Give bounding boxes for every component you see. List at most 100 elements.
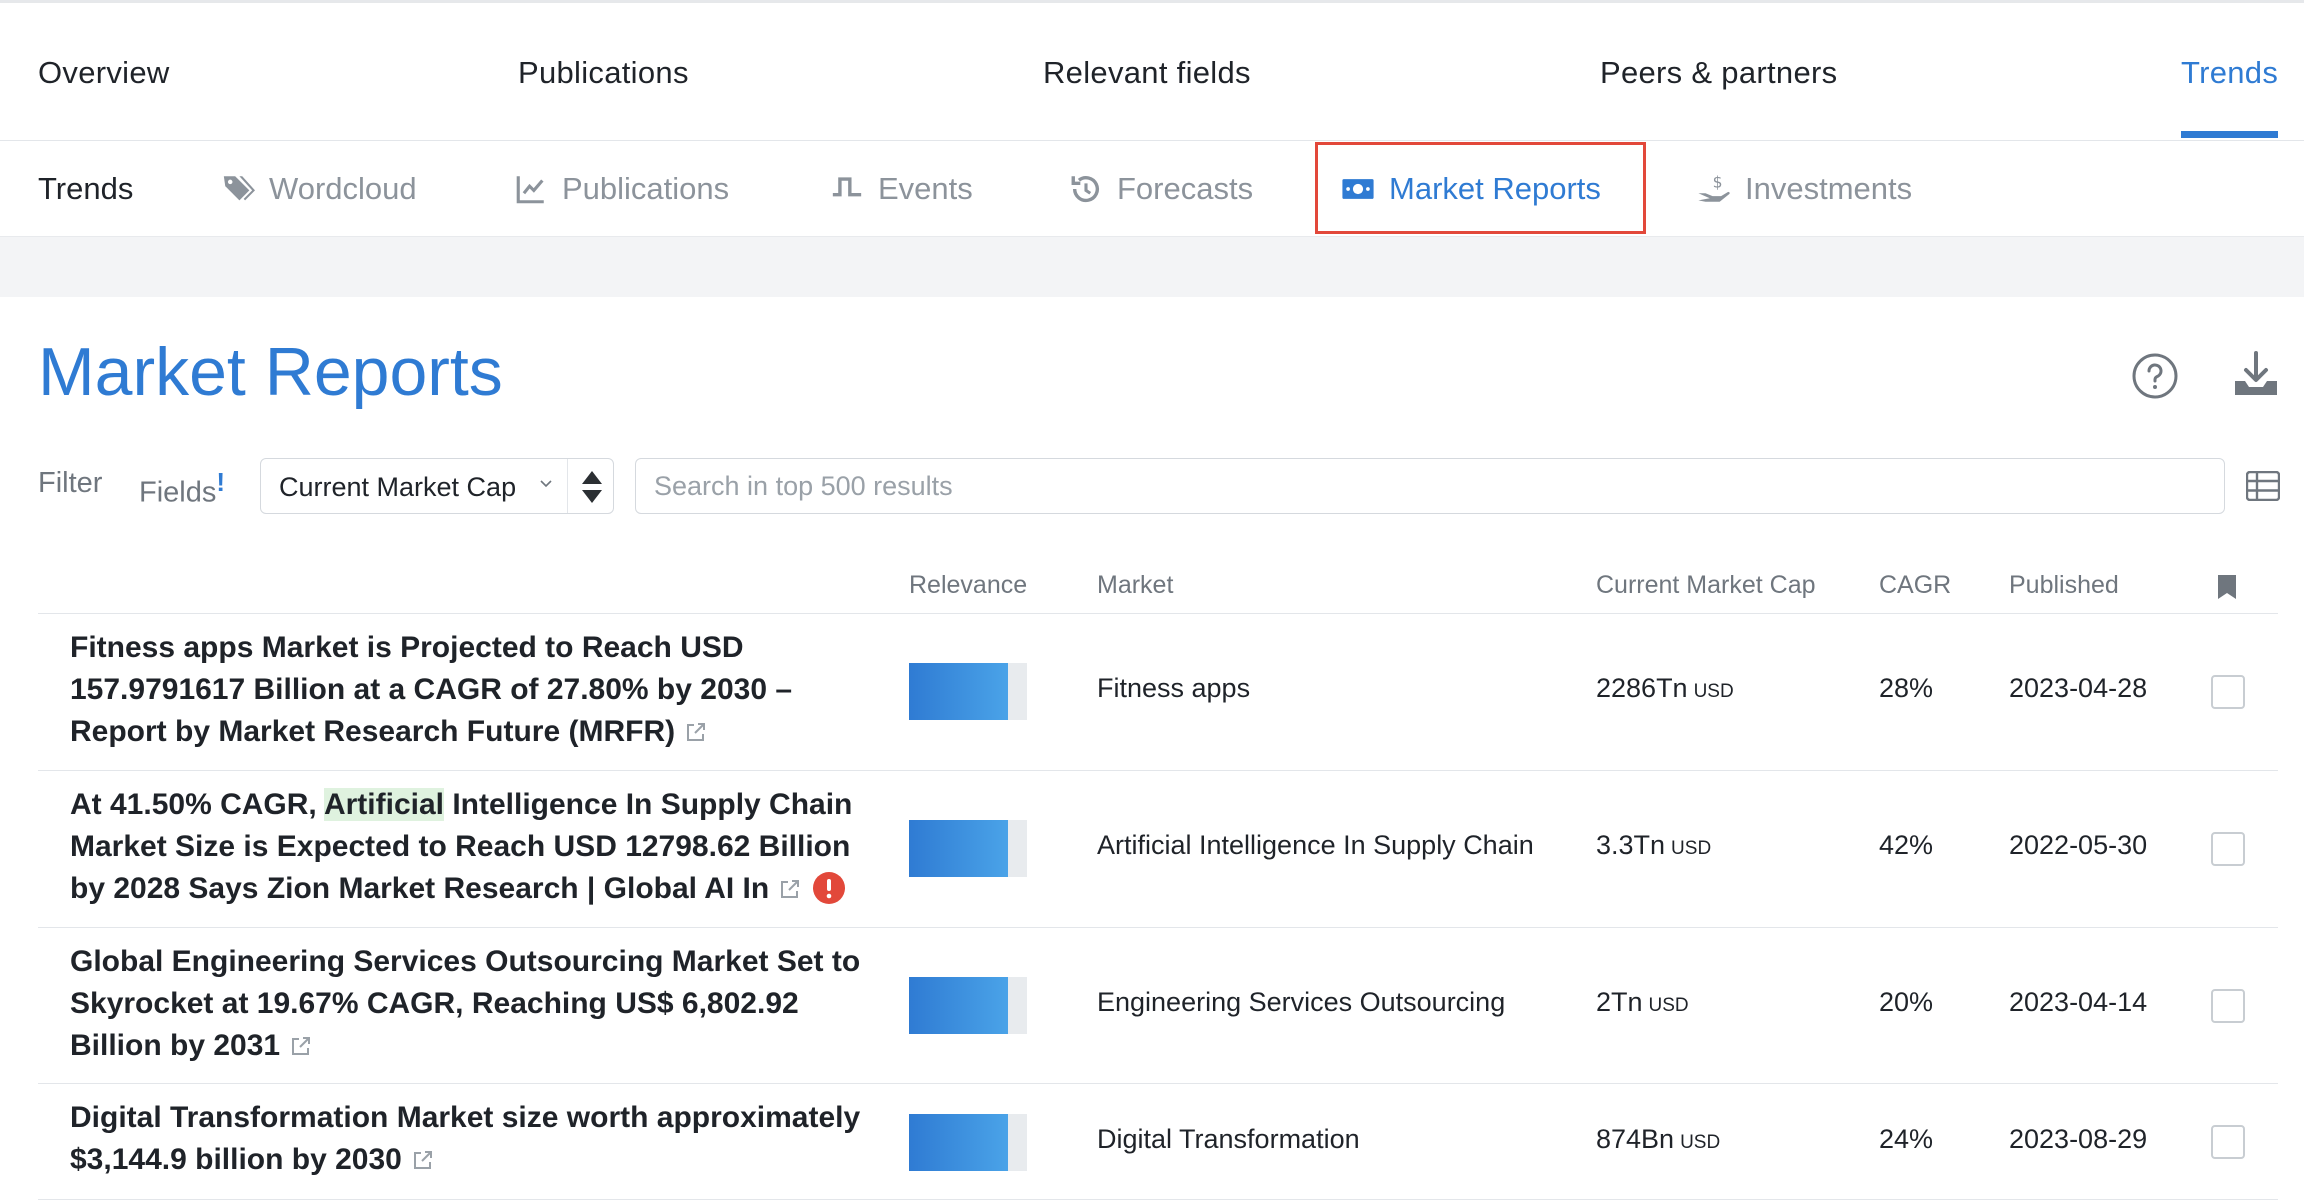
sub-nav-label: Publications	[562, 170, 730, 206]
column-header-cagr[interactable]: CAGR	[1879, 558, 1951, 612]
table-row[interactable]: Fitness apps Market is Projected to Reac…	[38, 614, 2278, 771]
sub-nav-item-forecasts[interactable]: Forecasts	[1069, 141, 1253, 236]
report-title-line: Digital Transformation Market size worth…	[70, 1101, 861, 1134]
report-title-link[interactable]: Fitness apps Market is Projected to Reac…	[70, 627, 870, 753]
currency-unit: USD	[1680, 1132, 1721, 1153]
cagr-cell: 28%	[1879, 673, 1934, 703]
sub-nav: Trends Wordcloud Publications Events For…	[0, 141, 2304, 237]
pulse-icon	[832, 176, 862, 196]
page-background-strip	[0, 237, 2304, 297]
history-icon	[1071, 175, 1100, 202]
chevron-down-icon	[540, 480, 552, 488]
line-chart-icon	[516, 175, 544, 203]
tab-relevant-fields[interactable]: Relevant fields	[1043, 3, 1251, 140]
sub-nav-item-wordcloud[interactable]: Wordcloud	[221, 141, 417, 236]
published-cell: 2023-08-29	[2009, 1124, 2148, 1154]
sort-direction-icon[interactable]	[579, 469, 605, 505]
tab-peers-partners[interactable]: Peers & partners	[1600, 3, 1837, 140]
warning-icon[interactable]	[813, 872, 846, 904]
market-cell: Engineering Services Outsourcing	[1097, 987, 1506, 1017]
cagr-cell: 24%	[1879, 1124, 1934, 1154]
content-panel: Market Reports Filter Fields! Current Ma…	[0, 297, 2304, 1200]
market-cap-value: 2Tn	[1596, 987, 1643, 1017]
bookmark-checkbox[interactable]	[2211, 989, 2245, 1023]
report-title-line: Market Size is Expected to Reach USD 127…	[70, 830, 851, 863]
relevance-bar-fill	[909, 820, 1009, 877]
tab-overview[interactable]: Overview	[38, 3, 170, 140]
relevance-bar	[909, 820, 1027, 877]
fields-badge: !	[216, 467, 226, 497]
market-cap-cell: 874Bn USD	[1596, 1124, 1720, 1155]
published-cell: 2023-04-28	[2009, 673, 2148, 703]
help-icon[interactable]	[2131, 352, 2179, 400]
fields-filter[interactable]: Fields!	[139, 467, 225, 510]
select-divider	[567, 459, 568, 513]
market-cap-value: 874Bn	[1596, 1124, 1675, 1154]
list-view-icon[interactable]	[2246, 471, 2280, 501]
relevance-bar	[909, 977, 1027, 1034]
sub-nav-title: Trends	[38, 171, 134, 206]
sub-nav-label: Events	[878, 170, 973, 206]
sort-select-value: Current Market Cap	[279, 472, 517, 502]
bookmark-checkbox[interactable]	[2211, 832, 2245, 866]
table-row[interactable]: Global Engineering Services Outsourcing …	[38, 928, 2278, 1084]
currency-unit: USD	[1671, 838, 1712, 859]
relevance-bar-fill	[909, 663, 1009, 720]
report-title-link[interactable]: Global Engineering Services Outsourcing …	[70, 941, 870, 1067]
market-cap-cell: 3.3Tn USD	[1596, 830, 1711, 861]
fields-label: Fields	[139, 476, 217, 509]
report-title-line: by 2028 Says Zion Market Research | Glob…	[70, 872, 770, 905]
external-link-icon[interactable]	[779, 878, 801, 900]
external-link-icon[interactable]	[290, 1035, 312, 1057]
bookmark-checkbox[interactable]	[2211, 1125, 2245, 1159]
market-cell: Artificial Intelligence In Supply Chain	[1097, 830, 1534, 860]
hand-dollar-icon: $	[1698, 173, 1730, 202]
relevance-bar-fill	[909, 977, 1009, 1034]
relevance-bar	[909, 1114, 1027, 1171]
sub-nav-item-investments[interactable]: $ Investments	[1697, 141, 1912, 236]
table-header: Relevance Market Current Market Cap CAGR…	[38, 558, 2278, 614]
report-title-line: 157.9791617 Billion at a CAGR of 27.80% …	[70, 673, 793, 706]
column-header-relevance[interactable]: Relevance	[909, 558, 1027, 612]
report-title-line: At 41.50% CAGR,	[70, 788, 324, 821]
search-input[interactable]	[635, 458, 2225, 514]
report-title-line: Report by Market Research Future (MRFR)	[70, 715, 676, 748]
market-cap-value: 3.3Tn	[1596, 830, 1666, 860]
market-cell: Digital Transformation	[1097, 1124, 1360, 1154]
column-header-market-cap[interactable]: Current Market Cap	[1596, 558, 1816, 612]
relevance-bar-fill	[909, 1114, 1009, 1171]
table-row[interactable]: Digital Transformation Market size worth…	[38, 1084, 2278, 1200]
page-title: Market Reports	[38, 334, 503, 410]
active-item-highlight-box	[1315, 142, 1646, 234]
filter-label[interactable]: Filter	[38, 467, 102, 500]
tab-publications[interactable]: Publications	[518, 3, 689, 140]
market-cap-cell: 2286Tn USD	[1596, 673, 1734, 704]
market-cell: Fitness apps	[1097, 673, 1251, 703]
main-nav: Overview Publications Relevant fields Pe…	[0, 3, 2304, 141]
external-link-icon[interactable]	[685, 721, 707, 743]
published-cell: 2023-04-14	[2009, 987, 2148, 1017]
report-title-line: Fitness apps Market is Projected to Reac…	[70, 631, 744, 664]
market-cap-cell: 2Tn USD	[1596, 987, 1689, 1018]
tab-trends[interactable]: Trends	[2181, 3, 2278, 140]
sub-nav-item-publications[interactable]: Publications	[514, 141, 729, 236]
report-title-line: Skyrocket at 19.67% CAGR, Reaching US$ 6…	[70, 987, 799, 1020]
bookmark-checkbox[interactable]	[2211, 675, 2245, 709]
relevance-bar	[909, 663, 1027, 720]
column-header-published[interactable]: Published	[2009, 558, 2119, 612]
report-title-line: Intelligence In Supply Chain	[444, 788, 853, 821]
market-cap-value: 2286Tn	[1596, 673, 1688, 703]
external-link-icon[interactable]	[412, 1149, 434, 1171]
table-row[interactable]: At 41.50% CAGR, Artificial Intelligence …	[38, 771, 2278, 928]
sub-nav-label: Investments	[1745, 170, 1913, 206]
sort-select[interactable]: Current Market Cap	[260, 458, 614, 514]
cagr-cell: 20%	[1879, 987, 1934, 1017]
report-title-link[interactable]: At 41.50% CAGR, Artificial Intelligence …	[70, 784, 870, 910]
report-title-link[interactable]: Digital Transformation Market size worth…	[70, 1097, 870, 1181]
column-header-market[interactable]: Market	[1097, 558, 1173, 612]
search-term-highlight: Artificial	[323, 788, 444, 821]
download-icon[interactable]	[2231, 349, 2281, 399]
sub-nav-item-events[interactable]: Events	[830, 141, 973, 236]
bookmark-icon	[2218, 575, 2236, 599]
currency-unit: USD	[1648, 995, 1689, 1016]
